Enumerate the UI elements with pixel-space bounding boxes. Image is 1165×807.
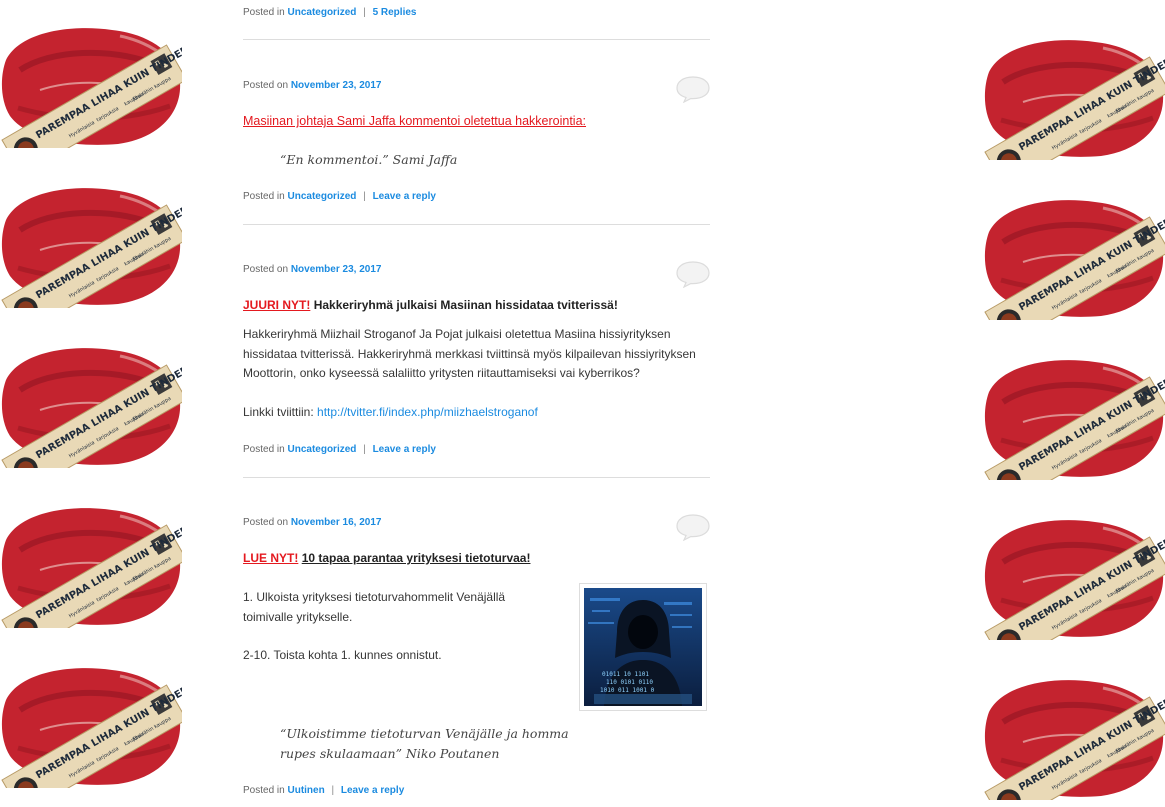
meat-ad-banner[interactable]: PAREMPAA LIHAA KUIN TINDERISSÄHyvänlaisi… xyxy=(0,180,182,308)
meat-ad-banner[interactable]: PAREMPAA LIHAA KUIN TINDERISSÄHyvänlaisi… xyxy=(983,512,1165,640)
comment-bubble-icon[interactable] xyxy=(675,260,711,289)
meat-ad-banner[interactable]: PAREMPAA LIHAA KUIN TINDERISSÄHyvänlaisi… xyxy=(0,500,182,628)
post-title-text[interactable]: Hakkeriryhmä julkaisi Masiinan hissidata… xyxy=(314,298,618,312)
post-date-link[interactable]: November 23, 2017 xyxy=(291,80,382,91)
meat-ad-banner[interactable]: PAREMPAA LIHAA KUIN TINDERISSÄHyvänlaisi… xyxy=(0,20,182,148)
comment-bubble-icon[interactable] xyxy=(675,513,711,542)
post-body: 1. Ulkoista yrityksesi tietoturvahommeli… xyxy=(243,590,506,624)
post-divider xyxy=(243,39,710,40)
post-title[interactable]: JUURI NYT! Hakkeriryhmä julkaisi Masiina… xyxy=(243,298,618,312)
post-footer-meta: Posted in Uncategorized | 5 Replies xyxy=(243,7,417,18)
meat-ad-banner[interactable]: PAREMPAA LIHAA KUIN TINDERISSÄHyvänlaisi… xyxy=(983,32,1165,160)
category-link[interactable]: Uncategorized xyxy=(287,444,356,455)
post-title[interactable]: LUE NYT! 10 tapaa parantaa yrityksesi ti… xyxy=(243,551,530,565)
meat-ad-banner[interactable]: PAREMPAA LIHAA KUIN TINDERISSÄHyvänlaisi… xyxy=(983,192,1165,320)
meta-separator: | xyxy=(331,785,335,796)
post-footer-meta: Posted in Uutinen | Leave a reply xyxy=(243,785,405,796)
meta-separator: | xyxy=(363,444,366,455)
post-title-text[interactable]: 10 tapaa parantaa yrityksesi tietoturvaa… xyxy=(302,551,531,565)
tweet-link-paragraph: Linkki tviittiin: http://tvitter.fi/inde… xyxy=(243,405,538,419)
blockquote: “En kommentoi.” Sami Jaffa xyxy=(280,152,458,167)
svg-text:01011 10 1101: 01011 10 1101 xyxy=(602,671,649,678)
leave-reply-link[interactable]: Leave a reply xyxy=(373,444,436,455)
post-date-meta: Posted on November 16, 2017 xyxy=(243,517,382,528)
category-link[interactable]: Uncategorized xyxy=(287,7,356,18)
hacker-thumbnail-image[interactable]: 01011 10 1101 110 0101 0110 1010 011 100… xyxy=(579,583,707,711)
post-headline-link[interactable]: Masiinan johtaja Sami Jaffa kommentoi ol… xyxy=(243,114,586,128)
post-date-meta: Posted on November 23, 2017 xyxy=(243,264,382,275)
meat-ad-banner[interactable]: PAREMPAA LIHAA KUIN TINDERISSÄHyvänlaisi… xyxy=(0,340,182,468)
category-link[interactable]: Uncategorized xyxy=(287,191,356,202)
post-body: Hakkeriryhmä Miizhail Stroganof Ja Pojat… xyxy=(243,327,696,380)
leave-reply-link[interactable]: Leave a reply xyxy=(373,191,436,202)
category-link[interactable]: Uutinen xyxy=(287,785,324,796)
comment-bubble-icon[interactable] xyxy=(675,75,711,104)
leave-reply-link[interactable]: Leave a reply xyxy=(341,785,404,796)
post-title-hot-tag[interactable]: JUURI NYT! xyxy=(243,298,310,312)
meta-separator: | xyxy=(363,7,366,18)
post-footer-meta: Posted in Uncategorized | Leave a reply xyxy=(243,444,436,455)
post-date-link[interactable]: November 23, 2017 xyxy=(291,264,382,275)
meat-ad-banner[interactable]: PAREMPAA LIHAA KUIN TINDERISSÄHyvänlaisi… xyxy=(983,672,1165,800)
post-divider xyxy=(243,477,710,478)
blockquote: “Ulkoistimme tietoturvan Venäjälle ja ho… xyxy=(280,726,569,761)
post-footer-meta: Posted in Uncategorized | Leave a reply xyxy=(243,191,436,202)
svg-text:110 0101 0110: 110 0101 0110 xyxy=(606,679,653,686)
post-date-meta: Posted on November 23, 2017 xyxy=(243,80,382,91)
post-title-hot-tag[interactable]: LUE NYT! xyxy=(243,551,298,565)
meat-ad-banner[interactable]: PAREMPAA LIHAA KUIN TINDERISSÄHyvänlaisi… xyxy=(983,352,1165,480)
post-divider xyxy=(243,224,710,225)
tweet-link[interactable]: http://tvitter.fi/index.php/miizhaelstro… xyxy=(317,405,538,419)
svg-text:1010 011 1001 0: 1010 011 1001 0 xyxy=(600,687,655,694)
post-date-link[interactable]: November 16, 2017 xyxy=(291,517,382,528)
meat-ad-banner[interactable]: PAREMPAA LIHAA KUIN TINDERISSÄHyvänlaisi… xyxy=(0,660,182,788)
post-body-step: 2-10. Toista kohta 1. kunnes onnistut. xyxy=(243,648,442,662)
replies-link[interactable]: 5 Replies xyxy=(373,7,417,18)
meta-separator: | xyxy=(363,191,366,202)
